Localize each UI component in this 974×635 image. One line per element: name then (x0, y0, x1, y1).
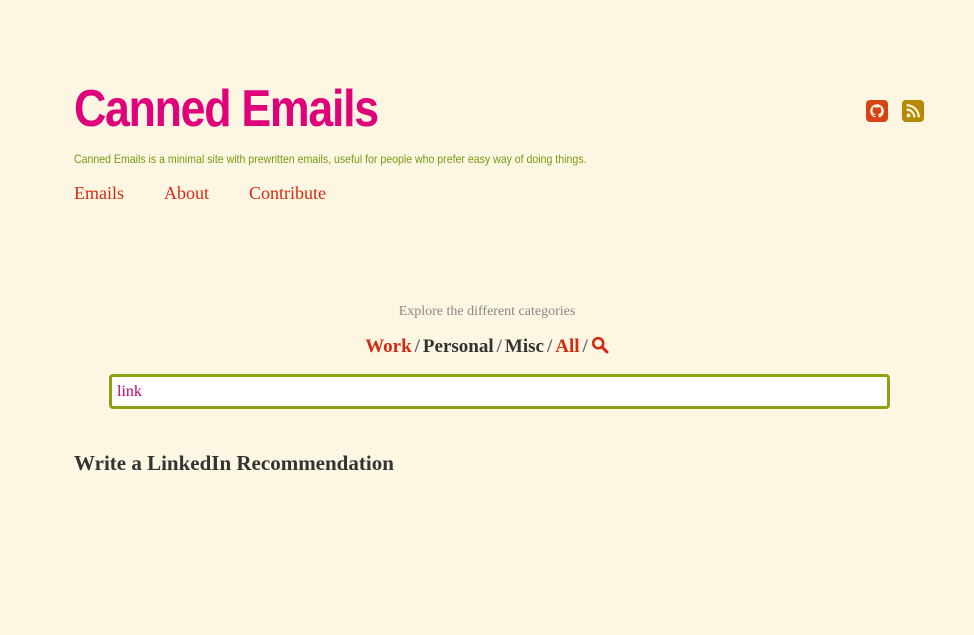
search-toggle-button[interactable] (591, 336, 609, 354)
site-header: Canned Emails (74, 78, 427, 140)
result-item: Write a LinkedIn Recommendation (74, 451, 394, 476)
main-nav: Emails About Contribute (74, 183, 326, 204)
result-link[interactable]: Write a LinkedIn Recommendation (74, 451, 394, 475)
category-separator: / (496, 336, 502, 357)
site-title[interactable]: Canned Emails (74, 78, 379, 140)
github-icon (866, 100, 888, 122)
search-input[interactable] (109, 374, 890, 409)
rss-link[interactable] (902, 100, 924, 122)
nav-contribute[interactable]: Contribute (249, 183, 326, 204)
search-box (109, 374, 890, 409)
nav-emails[interactable]: Emails (74, 183, 124, 204)
category-separator: / (546, 336, 553, 357)
category-all[interactable]: All (555, 336, 579, 357)
category-filter: Work / Personal / Misc / All / (0, 336, 974, 358)
category-separator: / (582, 336, 588, 357)
category-work[interactable]: Work (365, 336, 411, 357)
category-misc[interactable]: Misc (505, 336, 544, 357)
categories-heading: Explore the different categories (398, 304, 576, 319)
category-separator: / (414, 336, 420, 357)
github-link[interactable] (866, 100, 888, 122)
social-links (866, 100, 924, 122)
nav-about[interactable]: About (164, 183, 209, 204)
category-personal[interactable]: Personal (423, 336, 494, 357)
rss-icon (902, 100, 924, 122)
site-tagline: Canned Emails is a minimal site with pre… (74, 152, 587, 166)
search-icon (591, 336, 609, 354)
